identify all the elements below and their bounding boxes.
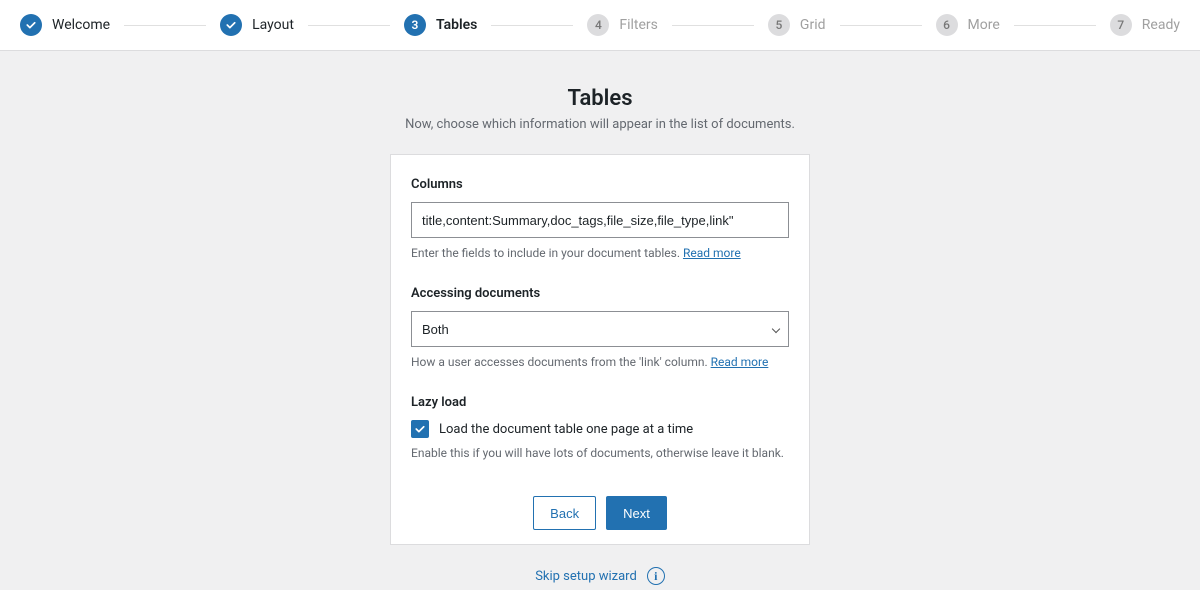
- accessing-help: How a user accesses documents from the '…: [411, 355, 789, 369]
- lazy-checkbox-label: Load the document table one page at a ti…: [439, 422, 693, 437]
- skip-row: Skip setup wizard i: [0, 567, 1200, 585]
- card-footer: Back Next: [390, 482, 810, 545]
- check-icon: [20, 14, 42, 36]
- step-divider: [491, 25, 573, 26]
- lazy-section: Lazy load Load the document table one pa…: [411, 395, 789, 460]
- next-button[interactable]: Next: [606, 496, 667, 530]
- step-layout[interactable]: Layout: [220, 14, 294, 36]
- accessing-section: Accessing documents Both How a user acce…: [411, 286, 789, 369]
- columns-label: Columns: [411, 177, 789, 192]
- step-divider: [124, 25, 206, 26]
- columns-help: Enter the fields to include in your docu…: [411, 246, 789, 260]
- step-tables[interactable]: 3 Tables: [404, 14, 477, 36]
- columns-read-more-link[interactable]: Read more: [683, 246, 741, 260]
- step-number: 7: [1110, 14, 1132, 36]
- columns-section: Columns Enter the fields to include in y…: [411, 177, 789, 260]
- accessing-read-more-link[interactable]: Read more: [711, 355, 769, 369]
- wizard-stepper: Welcome Layout 3 Tables 4 Filters 5 Grid…: [0, 0, 1200, 51]
- step-more: 6 More: [936, 14, 1000, 36]
- step-label: Grid: [800, 17, 826, 33]
- step-ready: 7 Ready: [1110, 14, 1180, 36]
- step-divider: [1014, 25, 1096, 26]
- check-icon: [220, 14, 242, 36]
- back-button[interactable]: Back: [533, 496, 596, 530]
- step-number: 6: [936, 14, 958, 36]
- step-welcome[interactable]: Welcome: [20, 14, 110, 36]
- step-filters: 4 Filters: [587, 14, 658, 36]
- step-label: Welcome: [52, 17, 110, 33]
- skip-wizard-link[interactable]: Skip setup wizard: [535, 569, 637, 584]
- lazy-label: Lazy load: [411, 395, 789, 410]
- step-number: 4: [587, 14, 609, 36]
- info-icon[interactable]: i: [647, 567, 665, 585]
- step-divider: [672, 25, 754, 26]
- page-title: Tables: [0, 86, 1200, 111]
- step-divider: [308, 25, 390, 26]
- step-label: More: [968, 17, 1000, 33]
- step-label: Filters: [619, 17, 658, 33]
- accessing-label: Accessing documents: [411, 286, 789, 301]
- step-grid: 5 Grid: [768, 14, 826, 36]
- page-subtitle: Now, choose which information will appea…: [0, 117, 1200, 132]
- columns-input[interactable]: [411, 202, 789, 238]
- step-number: 5: [768, 14, 790, 36]
- wizard-body: Tables Now, choose which information wil…: [0, 51, 1200, 585]
- lazy-checkbox[interactable]: [411, 420, 429, 438]
- step-label: Tables: [436, 17, 477, 33]
- settings-card: Columns Enter the fields to include in y…: [390, 154, 810, 483]
- accessing-select[interactable]: Both: [411, 311, 789, 347]
- step-divider: [840, 25, 922, 26]
- step-label: Layout: [252, 17, 294, 33]
- step-number: 3: [404, 14, 426, 36]
- lazy-help: Enable this if you will have lots of doc…: [411, 446, 789, 460]
- step-label: Ready: [1142, 17, 1180, 33]
